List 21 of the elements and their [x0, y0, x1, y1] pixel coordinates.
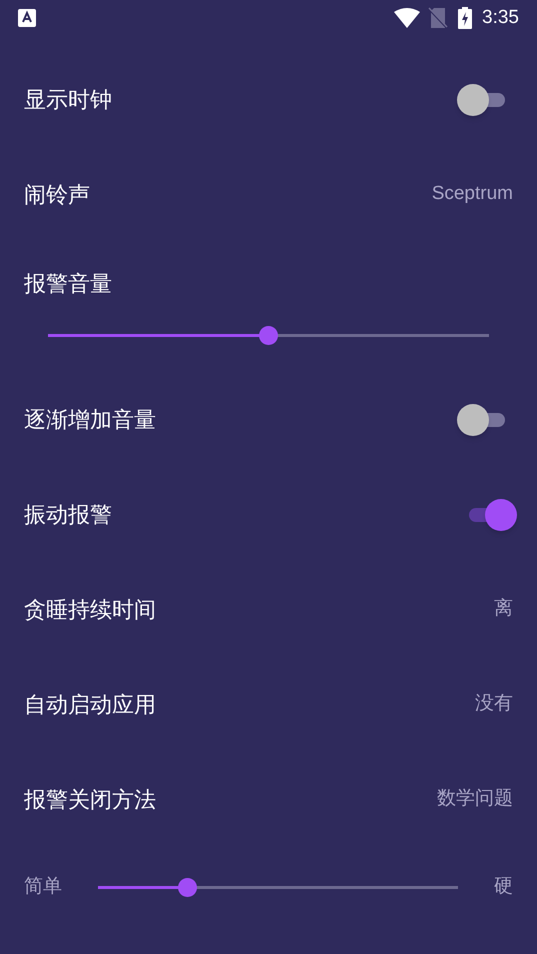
- setting-label: 报警关闭方法: [24, 786, 156, 814]
- setting-value: 没有: [475, 692, 513, 716]
- slider[interactable]: [98, 877, 458, 897]
- setting-value: 离: [494, 597, 513, 622]
- keyboard-icon: [18, 9, 36, 27]
- setting-label: 自动启动应用: [24, 691, 156, 719]
- setting-label: 贪睡持续时间: [24, 596, 156, 624]
- no-sim-icon: [428, 7, 448, 29]
- min-label: 简单: [24, 874, 62, 899]
- setting-label: 报警音量: [24, 270, 112, 298]
- setting-label: 逐渐增加音量: [24, 406, 156, 434]
- setting-value: 数学问题: [437, 787, 513, 812]
- slider[interactable]: [48, 325, 489, 345]
- setting-label: 闹铃声: [24, 181, 90, 209]
- wifi-icon: [394, 8, 420, 28]
- setting-value: Sceptrum: [432, 182, 513, 206]
- setting-label: 振动报警: [24, 501, 112, 529]
- status-time: 3:35: [482, 6, 519, 30]
- setting-label: 显示时钟: [24, 86, 112, 114]
- battery-charging-icon: [458, 7, 472, 29]
- max-label: 硬: [494, 874, 513, 899]
